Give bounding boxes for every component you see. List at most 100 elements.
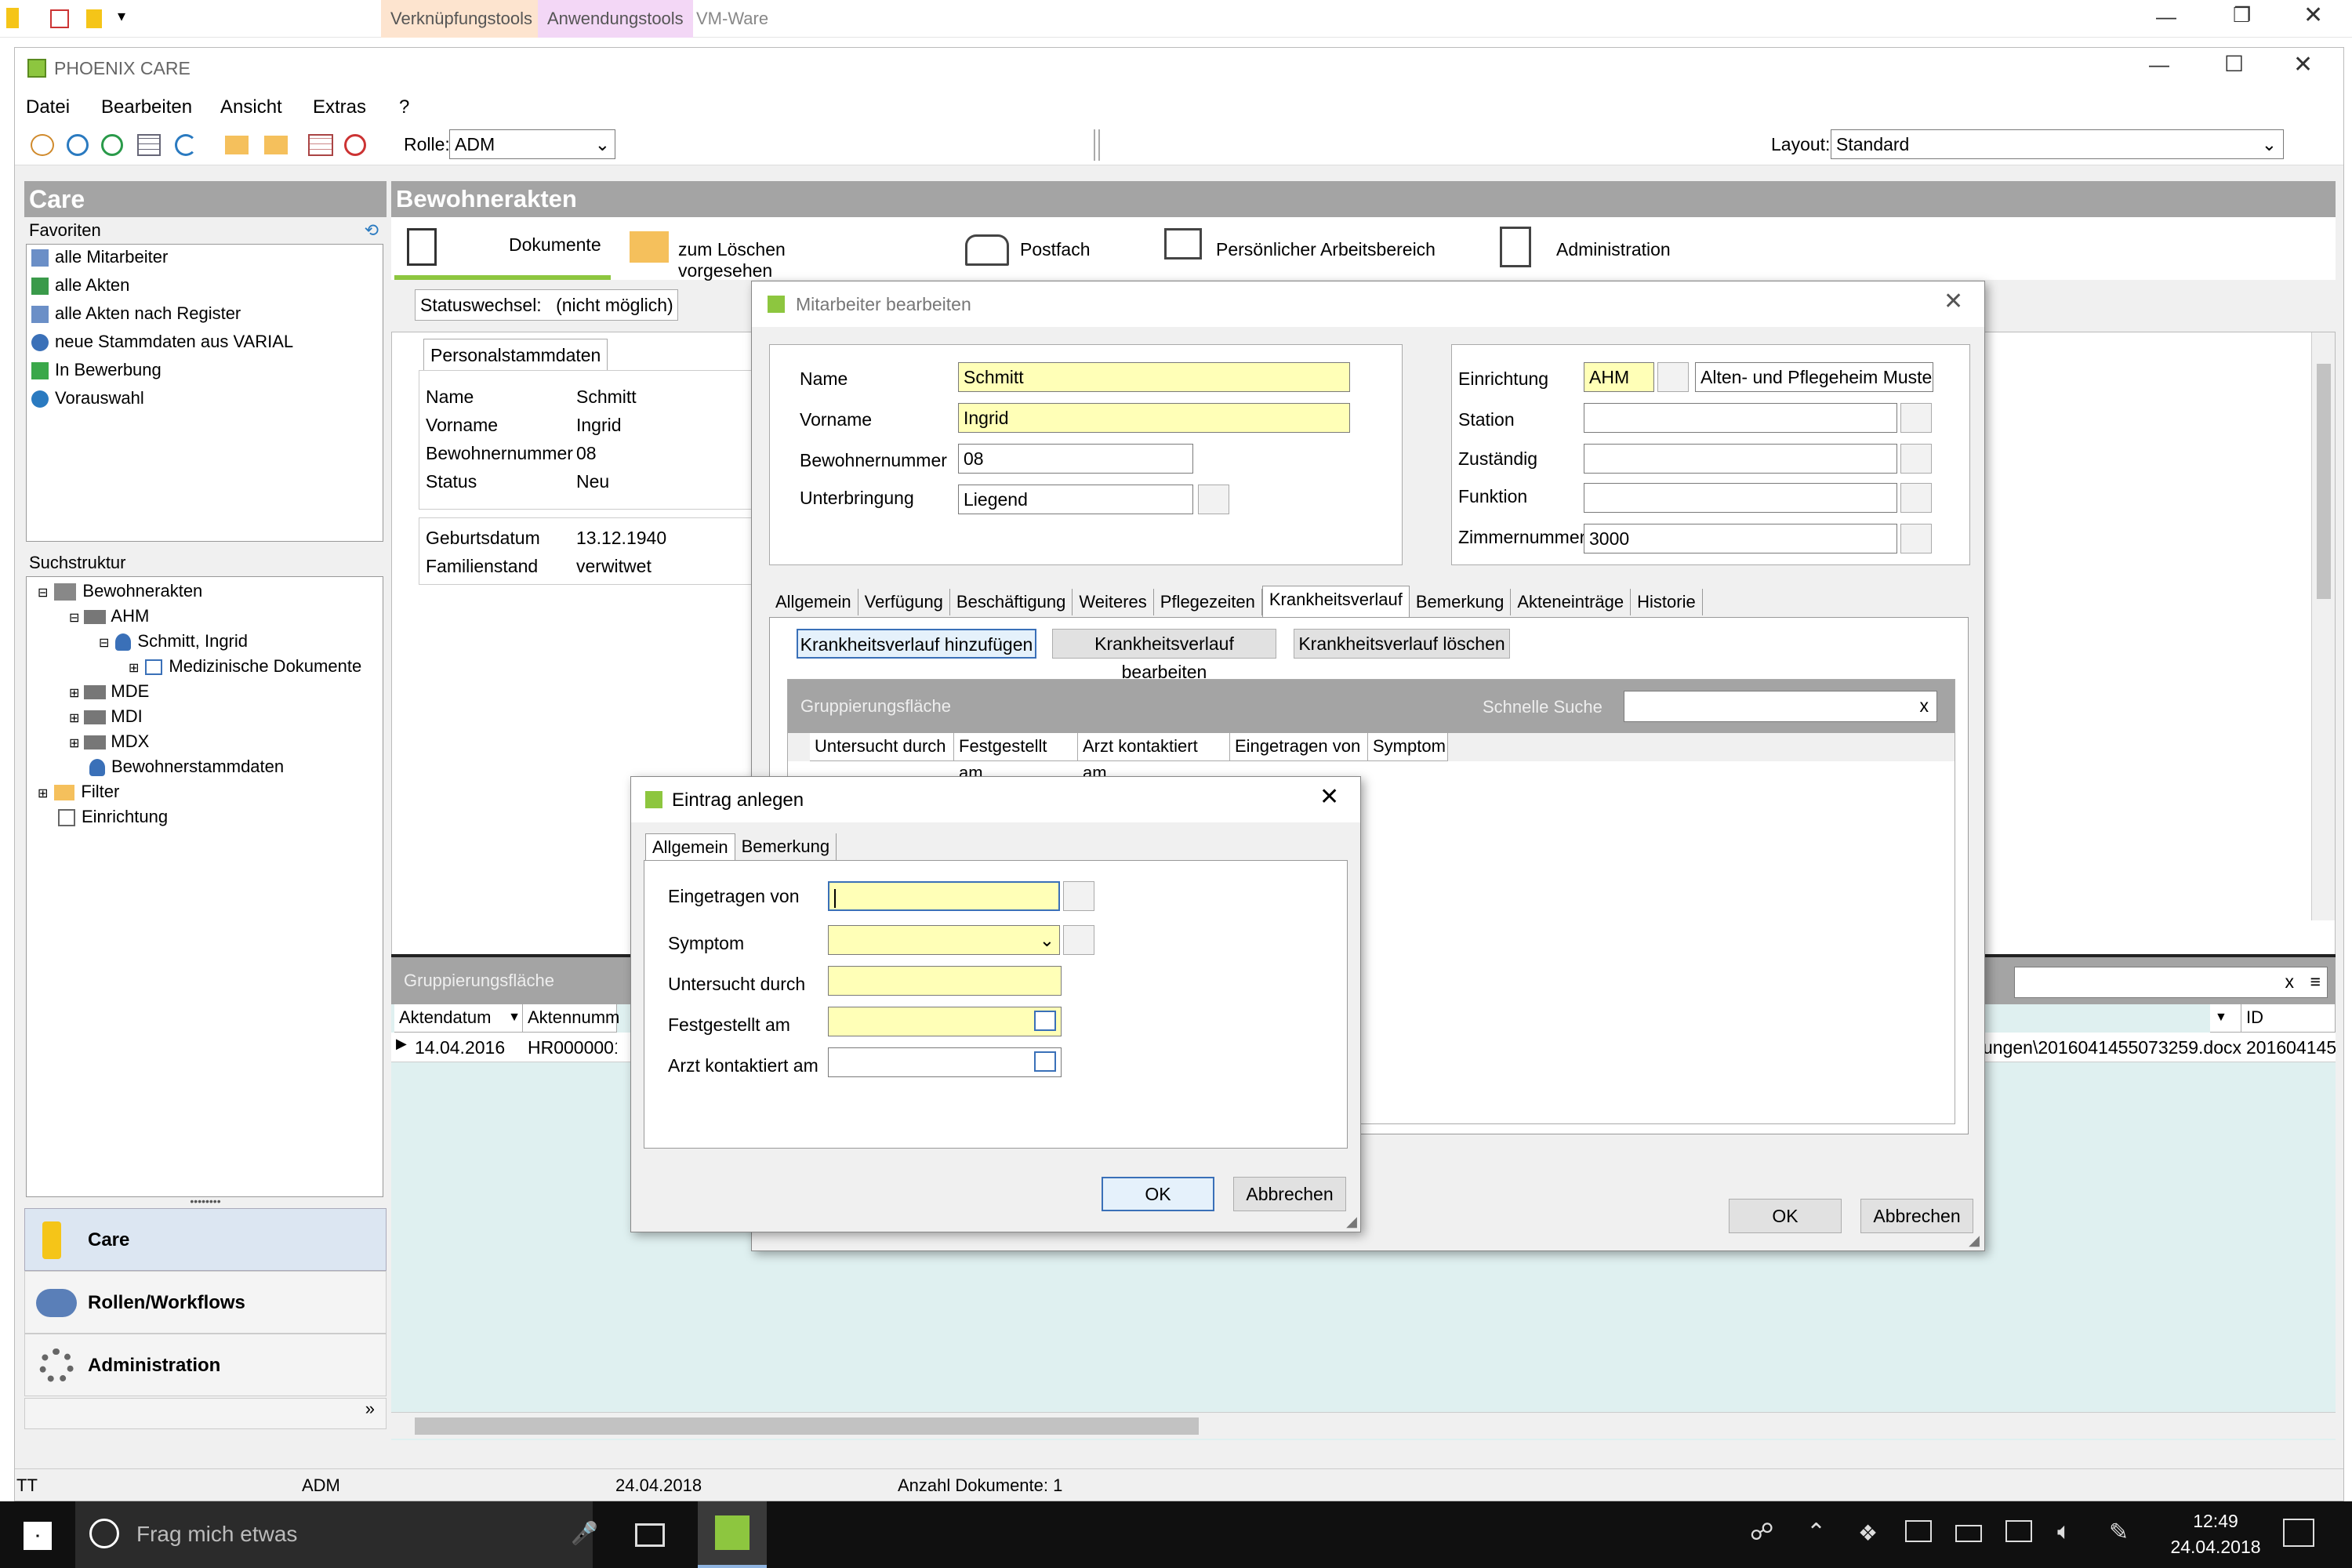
col-symptom[interactable]: Symptom (1368, 733, 1448, 761)
search-remove-icon[interactable] (344, 134, 366, 156)
tab-beschaeftigung[interactable]: Beschäftigung (950, 589, 1073, 615)
cancel-button[interactable]: Abbrechen (1860, 1199, 1973, 1233)
grid-icon[interactable] (308, 134, 333, 156)
einrichtung-code[interactable]: AHM (1584, 362, 1654, 392)
tab-loeschen[interactable]: zum Löschen vorgesehen (619, 217, 854, 281)
filter-icon[interactable]: ▼ (508, 1004, 521, 1031)
task-view-icon[interactable] (635, 1523, 665, 1547)
network-icon[interactable] (2005, 1520, 2032, 1542)
book-icon[interactable] (1063, 881, 1094, 911)
expand-icon[interactable]: ⊞ (69, 687, 79, 700)
symptom-select[interactable]: ⌄ (828, 925, 1060, 955)
tab-arbeitsbereich[interactable]: Persönlicher Arbeitsbereich (1164, 217, 1517, 280)
menu-ansicht[interactable]: Ansicht (220, 96, 282, 118)
book-icon[interactable] (1900, 444, 1932, 474)
folder-open-icon[interactable] (264, 136, 288, 154)
name-field[interactable]: Schmitt (958, 362, 1350, 392)
tab-allgemein[interactable]: Allgemein (769, 589, 858, 615)
delete-krankheitsverlauf-button[interactable]: Krankheitsverlauf löschen (1294, 629, 1510, 659)
tab-akteneintraege[interactable]: Akteneinträge (1511, 589, 1632, 615)
maximize-icon[interactable]: ☐ (2224, 51, 2244, 77)
book-icon[interactable] (1900, 483, 1932, 513)
tab-weiteres[interactable]: Weiteres (1073, 589, 1154, 615)
add-krankheitsverlauf-button[interactable]: Krankheitsverlauf hinzufügen (797, 629, 1036, 659)
nav-overflow[interactable]: » (24, 1398, 387, 1429)
search-key-icon[interactable] (31, 134, 54, 156)
favorite-item[interactable]: alle Mitarbeiter (27, 245, 383, 270)
station-field[interactable] (1584, 403, 1897, 433)
col-aktennummer[interactable]: Aktennumm (523, 1004, 619, 1033)
close-icon[interactable]: ✕ (2293, 51, 2313, 78)
minimize-icon[interactable]: — (2149, 53, 2169, 77)
book-icon[interactable] (1900, 403, 1932, 433)
book-icon[interactable] (1063, 925, 1094, 955)
nav-administration[interactable]: Administration (24, 1334, 387, 1396)
expand-icon[interactable]: ⊞ (38, 787, 48, 800)
favorite-item[interactable]: neue Stammdaten aus VARIAL (27, 329, 383, 354)
close-icon[interactable]: ✕ (2303, 2, 2323, 29)
menu-datei[interactable]: Datei (26, 96, 70, 118)
ok-button[interactable]: OK (1102, 1177, 1214, 1211)
tab-allgemein[interactable]: Allgemein (645, 833, 735, 860)
resize-grip-icon[interactable]: ◢ (1346, 1214, 1357, 1230)
search-icon[interactable] (67, 134, 89, 156)
resize-grip-icon[interactable]: ◢ (1969, 1232, 1980, 1249)
scroll-thumb[interactable] (2317, 364, 2331, 599)
tree-node-person[interactable]: ⊟ Schmitt, Ingrid (99, 629, 248, 654)
quick-search-input[interactable]: x (1624, 691, 1937, 722)
col-arzt[interactable]: Arzt kontaktiert am (1078, 733, 1230, 782)
expand-icon[interactable]: ⊞ (69, 737, 79, 750)
tab-personalstammdaten[interactable]: Personalstammdaten (423, 339, 608, 370)
sync-icon[interactable]: ⟲ (365, 217, 379, 244)
vorname-field[interactable]: Ingrid (958, 403, 1350, 433)
nav-splitter[interactable]: •••••••• (24, 1196, 387, 1207)
nummer-field[interactable]: 08 (958, 444, 1193, 474)
tab-historie[interactable]: Historie (1631, 589, 1703, 615)
tree-node-filter[interactable]: ⊞ Filter (38, 779, 119, 804)
scroll-thumb[interactable] (415, 1417, 1199, 1435)
chevron-down-icon[interactable]: ▾ (118, 6, 125, 26)
clear-icon[interactable]: x (1920, 691, 1929, 720)
expand-icon[interactable]: ⊞ (69, 712, 79, 725)
col-festgestellt[interactable]: Festgestellt am (954, 733, 1078, 782)
untersucht-field[interactable] (828, 966, 1062, 996)
edit-krankheitsverlauf-button[interactable]: Krankheitsverlauf bearbeiten (1052, 629, 1276, 682)
status-change[interactable]: Statuswechsel: (nicht möglich) (415, 289, 678, 321)
refresh-icon[interactable] (175, 134, 197, 156)
cancel-button[interactable]: Abbrechen (1233, 1177, 1346, 1211)
menu-bearbeiten[interactable]: Bearbeiten (101, 96, 192, 118)
col-untersucht[interactable]: Untersucht durch (810, 733, 954, 761)
book-icon[interactable] (1198, 485, 1229, 514)
unterbringung-field[interactable]: Liegend (958, 485, 1193, 514)
upload-icon[interactable] (1905, 1520, 1932, 1542)
grid-search-input[interactable]: x ≡ (2014, 967, 2328, 998)
search-plus-icon[interactable] (101, 134, 123, 156)
people-icon[interactable]: ☍ (1750, 1519, 1773, 1546)
tab-verfuegung[interactable]: Verfügung (858, 589, 950, 615)
arzt-date[interactable] (828, 1047, 1062, 1077)
expand-icon[interactable]: ⊞ (129, 662, 139, 675)
tree-node-bewohnerakten[interactable]: ⊟ Bewohnerakten (38, 579, 202, 604)
tree-node-ahm[interactable]: ⊟ AHM (69, 604, 149, 629)
clear-icon[interactable]: x (2285, 967, 2295, 996)
search-box[interactable]: Frag mich etwas 🎤 (75, 1501, 598, 1568)
tree-node-mdi[interactable]: ⊞ MDI (69, 704, 143, 729)
collapse-icon[interactable]: ⊟ (69, 612, 79, 625)
layout-select[interactable]: Standard ⌄ (1831, 129, 2284, 159)
book-icon[interactable] (1657, 362, 1689, 392)
notifications-icon[interactable] (2283, 1519, 2314, 1547)
checkbox-icon[interactable] (50, 9, 69, 28)
chevron-up-icon[interactable]: ⌃ (1806, 1519, 1826, 1546)
col-aktendatum[interactable]: Aktendatum ▼ (394, 1004, 523, 1033)
splitter-handle[interactable] (1094, 129, 1100, 161)
einrichtung-name[interactable]: Alten- und Pflegeheim Muster (1695, 362, 1933, 392)
tree-node-medizinisch[interactable]: ⊞ Medizinische Dokumente (129, 654, 361, 679)
menu-extras[interactable]: Extras (313, 96, 366, 118)
col-eingetragen[interactable]: Eingetragen von (1230, 733, 1368, 761)
ok-button[interactable]: OK (1729, 1199, 1842, 1233)
tab-vmware[interactable]: VM-Ware (687, 0, 778, 38)
filter-icon[interactable]: ▼ (2210, 1004, 2241, 1033)
windows-start-icon[interactable] (24, 1522, 52, 1550)
tab-krankheitsverlauf[interactable]: Krankheitsverlauf (1261, 586, 1410, 617)
tab-administration[interactable]: Administration (1500, 217, 1735, 280)
